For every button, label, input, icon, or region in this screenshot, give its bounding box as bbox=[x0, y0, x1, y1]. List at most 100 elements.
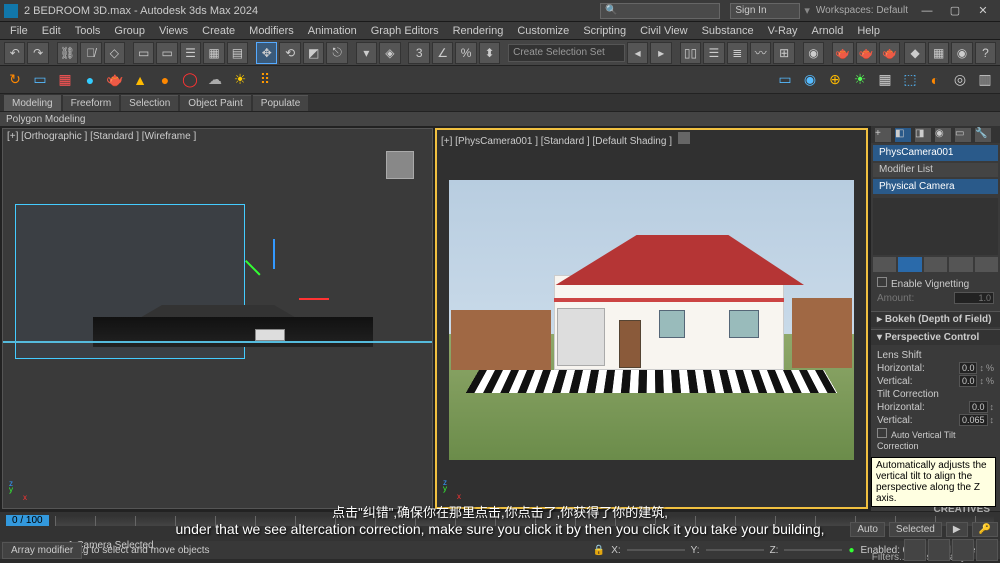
coord-z[interactable] bbox=[784, 549, 842, 551]
refcoord[interactable]: ▾ bbox=[356, 42, 377, 64]
maximize-vp-icon[interactable] bbox=[976, 539, 998, 561]
pan-icon[interactable] bbox=[904, 539, 926, 561]
util-tab-icon[interactable]: 🔧 bbox=[975, 128, 991, 142]
lensshift-horiz-input[interactable]: 0.0 bbox=[959, 362, 978, 374]
camera-object[interactable] bbox=[255, 329, 285, 341]
selection-set-input[interactable]: Create Selection Set bbox=[508, 44, 625, 62]
vignetting-amount-input[interactable]: 1.0 bbox=[954, 292, 994, 304]
pin-stack-icon[interactable] bbox=[873, 257, 896, 273]
filters-button[interactable]: Filters... bbox=[872, 552, 908, 563]
menu-modifiers[interactable]: Modifiers bbox=[243, 25, 300, 37]
tilt-horiz-input[interactable]: 0.0 bbox=[969, 401, 988, 413]
ribbon-r6[interactable]: ⬚ bbox=[899, 69, 921, 91]
selset-prev[interactable]: ◂ bbox=[627, 42, 648, 64]
zoom-icon[interactable] bbox=[928, 539, 950, 561]
gizmo-z-axis[interactable] bbox=[273, 239, 275, 269]
vray-c[interactable]: ◉ bbox=[951, 42, 972, 64]
orbit-icon[interactable] bbox=[952, 539, 974, 561]
vignetting-checkbox[interactable] bbox=[877, 277, 887, 287]
show-end-icon[interactable] bbox=[898, 257, 921, 273]
select-object[interactable]: ▭ bbox=[156, 42, 177, 64]
redo-button[interactable]: ↷ bbox=[27, 42, 48, 64]
gizmo-x-axis[interactable] bbox=[299, 298, 329, 300]
selected-button[interactable]: Selected bbox=[889, 522, 942, 537]
modifier-list-dropdown[interactable]: Modifier List bbox=[873, 163, 998, 177]
menu-help[interactable]: Help bbox=[851, 25, 886, 37]
menu-arnold[interactable]: Arnold bbox=[806, 25, 850, 37]
unique-icon[interactable] bbox=[924, 257, 947, 273]
viewport-ortho-label[interactable]: [+] [Orthographic ] [Standard ] [Wirefra… bbox=[7, 131, 196, 142]
rotate-button[interactable]: ⟲ bbox=[279, 42, 300, 64]
perspective-rollout[interactable]: ▾ Perspective Control bbox=[871, 329, 1000, 345]
viewport-camera[interactable]: [+] [PhysCamera001 ] [Standard ] [Defaul… bbox=[435, 128, 868, 509]
menu-customize[interactable]: Customize bbox=[511, 25, 575, 37]
object-name-field[interactable]: PhysCamera001 bbox=[873, 145, 998, 161]
ribbon-r1[interactable]: ▭ bbox=[774, 69, 796, 91]
ribbon-r2[interactable]: ◉ bbox=[799, 69, 821, 91]
ribbon-sun-icon[interactable]: ☀ bbox=[229, 69, 251, 91]
ribbon-sphere-icon[interactable]: ● bbox=[79, 69, 101, 91]
ribbon-redo-icon[interactable]: ↻ bbox=[4, 69, 26, 91]
bind-button[interactable]: ◇ bbox=[104, 42, 125, 64]
ribbon-r4[interactable]: ☀ bbox=[849, 69, 871, 91]
tilt-vert-input[interactable]: 0.065 bbox=[959, 414, 988, 426]
material-editor[interactable]: ◉ bbox=[803, 42, 824, 64]
ribbon-box-icon[interactable]: ▦ bbox=[54, 69, 76, 91]
selset-next[interactable]: ▸ bbox=[650, 42, 671, 64]
schematic-button[interactable]: ⊞ bbox=[773, 42, 794, 64]
display-tab-icon[interactable]: ▭ bbox=[955, 128, 971, 142]
auto-tilt-checkbox[interactable] bbox=[877, 428, 887, 438]
maximize-button[interactable]: ▢ bbox=[942, 2, 968, 20]
ribbon-teapot-icon[interactable]: 🫖 bbox=[104, 69, 126, 91]
ribbon-torus-icon[interactable]: ◯ bbox=[179, 69, 201, 91]
bokeh-rollout[interactable]: ▸ Bokeh (Depth of Field) bbox=[871, 311, 1000, 327]
ribbon-r8[interactable]: ◎ bbox=[949, 69, 971, 91]
menu-substance[interactable]: Substance bbox=[696, 25, 760, 37]
render-setup[interactable]: 🫖 bbox=[832, 42, 853, 64]
undo-button[interactable]: ↶ bbox=[4, 42, 25, 64]
menu-views[interactable]: Views bbox=[153, 25, 194, 37]
ribbon-people-icon[interactable]: ⠿ bbox=[254, 69, 276, 91]
gizmo-y-axis[interactable] bbox=[245, 260, 261, 276]
curve-editor[interactable]: 〰 bbox=[750, 42, 771, 64]
tab-selection[interactable]: Selection bbox=[121, 95, 178, 111]
menu-tools[interactable]: Tools bbox=[69, 25, 107, 37]
link-button[interactable]: ⛓ bbox=[57, 42, 78, 64]
window-crossing[interactable]: ▤ bbox=[227, 42, 248, 64]
coord-y[interactable] bbox=[706, 549, 764, 551]
ribbon-cone-icon[interactable]: ▲ bbox=[129, 69, 151, 91]
tab-modeling[interactable]: Modeling bbox=[4, 95, 61, 111]
close-button[interactable]: ✕ bbox=[970, 2, 996, 20]
vray-b[interactable]: ▦ bbox=[928, 42, 949, 64]
play-button[interactable]: ▶ bbox=[946, 522, 968, 537]
render-prod[interactable]: 🫖 bbox=[879, 42, 900, 64]
ribbon-r9[interactable]: ▥ bbox=[974, 69, 996, 91]
menu-animation[interactable]: Animation bbox=[302, 25, 363, 37]
vray-a[interactable]: ◆ bbox=[904, 42, 925, 64]
ribbon-sel-icon[interactable]: ▭ bbox=[29, 69, 51, 91]
config-icon[interactable] bbox=[975, 257, 998, 273]
modifier-stack-item[interactable]: Physical Camera bbox=[873, 179, 998, 195]
percent-snap[interactable]: % bbox=[455, 42, 476, 64]
vray-d[interactable]: ? bbox=[975, 42, 996, 64]
motion-tab-icon[interactable]: ◉ bbox=[935, 128, 951, 142]
align-button[interactable]: ☰ bbox=[703, 42, 724, 64]
hierarchy-tab-icon[interactable]: ◨ bbox=[915, 128, 931, 142]
ribbon-cloud-icon[interactable]: ☁ bbox=[204, 69, 226, 91]
ribbon-r3[interactable]: ⊕ bbox=[824, 69, 846, 91]
tab-objectpaint[interactable]: Object Paint bbox=[180, 95, 250, 111]
menu-edit[interactable]: Edit bbox=[36, 25, 67, 37]
menu-create[interactable]: Create bbox=[196, 25, 241, 37]
minimize-button[interactable]: — bbox=[914, 2, 940, 20]
render-frame[interactable]: 🫖 bbox=[856, 42, 877, 64]
create-tab-icon[interactable]: + bbox=[875, 128, 891, 142]
ribbon-r5[interactable]: ▦ bbox=[874, 69, 896, 91]
ribbon-r7[interactable]: ◐ bbox=[924, 69, 946, 91]
placement-button[interactable]: ⎋ bbox=[326, 42, 347, 64]
pivot-button[interactable]: ◈ bbox=[379, 42, 400, 64]
viewcube[interactable] bbox=[386, 151, 414, 179]
menu-vray[interactable]: V-Ray bbox=[762, 25, 804, 37]
sub-tab-label[interactable]: Polygon Modeling bbox=[6, 114, 86, 125]
info-search[interactable]: 🔍 bbox=[600, 3, 720, 19]
modifier-stack-area[interactable] bbox=[873, 198, 998, 254]
